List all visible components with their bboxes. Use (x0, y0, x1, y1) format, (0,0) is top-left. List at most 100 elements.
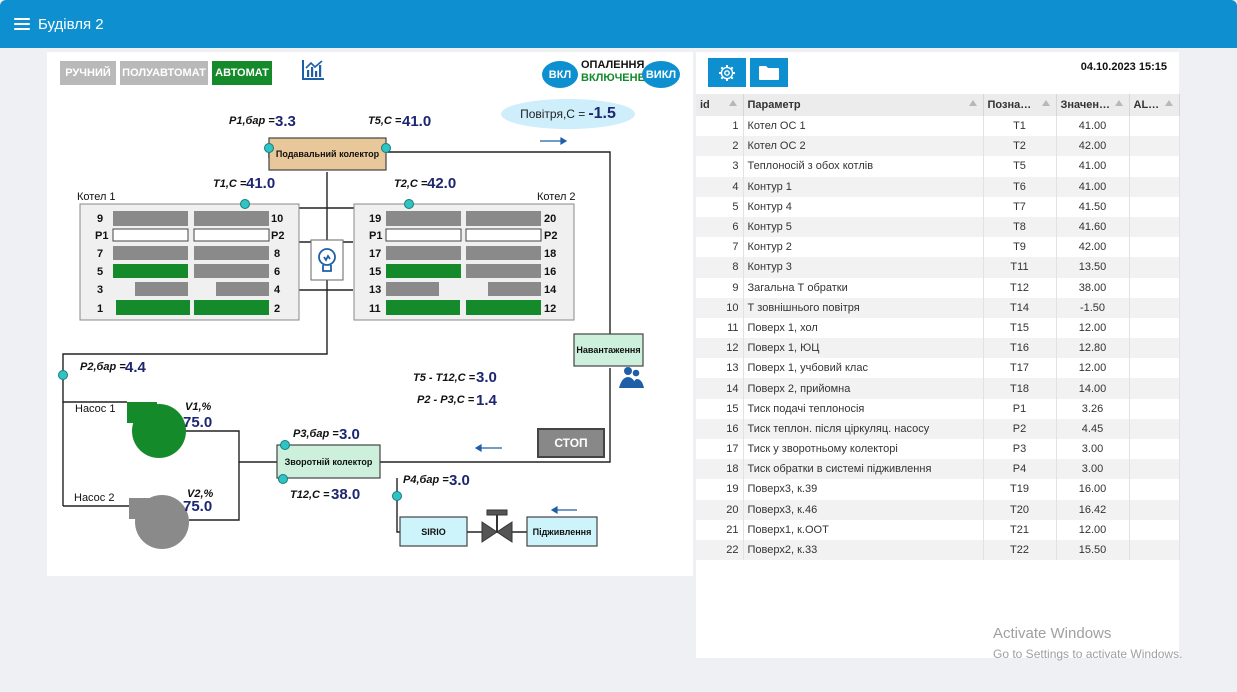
column-header-value[interactable]: Значен… (1056, 94, 1130, 116)
cell-code: T1 (983, 116, 1057, 137)
cell-id: 4 (696, 176, 744, 197)
cell-code: T12 (983, 277, 1057, 298)
table-row[interactable]: 1 Котел ОС 1 T1 41.00 (696, 116, 1180, 137)
cell-value: 42.00 (1056, 237, 1130, 258)
cell-id: 9 (696, 277, 744, 298)
cell-code: T9 (983, 237, 1057, 258)
cell-value: -1.50 (1056, 297, 1130, 318)
windows-activation-title: Activate Windows (993, 625, 1112, 642)
burner-17 (386, 246, 461, 260)
cell-parameter: Тиск подачі теплоносія (743, 398, 984, 419)
table-row[interactable]: 5 Контур 4 T7 41.50 (696, 196, 1180, 217)
cell-alarm (1129, 499, 1180, 520)
top-bar: Будівля 2 (0, 0, 1237, 48)
cell-alarm (1129, 439, 1180, 460)
burner-1 (116, 300, 190, 315)
burner-15 (386, 264, 461, 278)
supply-collector-label: Подавальний колектор (275, 149, 380, 159)
cell-alarm (1129, 338, 1180, 359)
cell-id: 21 (696, 519, 744, 540)
table-row[interactable]: 2 Котел ОС 2 T2 42.00 (696, 136, 1180, 157)
t12-value: 38.0 (331, 486, 361, 503)
cell-id: 14 (696, 378, 744, 399)
table-row[interactable]: 22 Поверх2, к.33 T22 15.50 (696, 539, 1180, 561)
cell-id: 11 (696, 317, 744, 339)
cell-alarm (1129, 398, 1180, 419)
pump1-label: Насос 1 (75, 403, 116, 415)
cell-code: T14 (983, 297, 1057, 318)
column-header-id[interactable]: id (696, 94, 744, 116)
cell-value: 38.00 (1056, 277, 1130, 298)
table-row[interactable]: 7 Контур 2 T9 42.00 (696, 237, 1180, 258)
cell-alarm (1129, 418, 1180, 439)
cell-id: 22 (696, 539, 744, 561)
cell-parameter: Контур 2 (743, 237, 984, 258)
table-row[interactable]: 21 Поверх1, к.ООТ T21 12.00 (696, 519, 1180, 540)
burner-18 (466, 246, 541, 260)
boiler1-row-label: 9 (97, 213, 104, 225)
folder-button[interactable] (750, 58, 788, 87)
table-row[interactable]: 9 Загальна Т обратки T12 38.00 (696, 277, 1180, 298)
cell-code: T6 (983, 176, 1057, 197)
boiler1-row-label: P1 (95, 230, 109, 242)
cell-code: T22 (983, 539, 1057, 561)
cell-value: 15.50 (1056, 539, 1130, 561)
makeup-label: Підживлення (532, 526, 592, 537)
p4-label: P4,бар = (403, 474, 449, 486)
column-header-code[interactable]: Позна… (983, 94, 1057, 116)
cell-parameter: Тиск обратки в системі підживлення (743, 459, 984, 480)
table-row[interactable]: 19 Поверх3, к.39 T19 16.00 (696, 479, 1180, 500)
cell-code: T18 (983, 378, 1057, 399)
table-row[interactable]: 8 Контур 3 T11 13.50 (696, 257, 1180, 278)
boiler2-row-label: 12 (544, 303, 557, 315)
sort-arrow-icon (1164, 100, 1173, 106)
cell-value: 12.00 (1056, 317, 1130, 339)
cell-value: 16.42 (1056, 499, 1130, 520)
cell-value: 41.00 (1056, 116, 1130, 137)
cell-parameter: Контур 5 (743, 216, 984, 238)
t1-label: T1,C = (213, 178, 247, 190)
table-row[interactable]: 18 Тиск обратки в системі підживлення P4 3.… (696, 459, 1180, 480)
return-collector-label: Зворотній колектор (284, 456, 373, 467)
sort-arrow-icon (728, 100, 737, 106)
column-header-parameter[interactable]: Параметр (743, 94, 984, 116)
cell-code: T19 (983, 479, 1057, 500)
table-row[interactable]: 10 Т зовнішнього повітря T14 -1.50 (696, 297, 1180, 318)
parameters-table: id Параметр Позна… Значен… AL… 1 Котел ОС… (696, 94, 1180, 561)
boiler2-row-label: 18 (544, 248, 557, 260)
table-row[interactable]: 12 Поверх 1, ЮЦ T16 12.80 (696, 338, 1180, 359)
stop-button[interactable]: СТОП (537, 428, 605, 458)
table-row[interactable]: 6 Контур 5 T8 41.60 (696, 216, 1180, 238)
table-row[interactable]: 16 Тиск теплон. після ціркуляц. насосу P2 4… (696, 418, 1180, 439)
table-row[interactable]: 4 Контур 1 T6 41.00 (696, 176, 1180, 197)
table-row[interactable]: 14 Поверх 2, прийомна T18 14.00 (696, 378, 1180, 399)
boiler2-row-label: 14 (544, 284, 557, 296)
table-row[interactable]: 15 Тиск подачі теплоносія P1 3.26 (696, 398, 1180, 419)
table-row[interactable]: 20 Поверх3, к.46 T20 16.42 (696, 499, 1180, 520)
settings-button[interactable] (708, 58, 746, 87)
boiler2-row-label: 17 (369, 248, 382, 260)
sort-arrow-icon (1114, 100, 1123, 106)
table-row[interactable]: 11 Поверх 1, хол T15 12.00 (696, 317, 1180, 339)
table-row[interactable]: 13 Поверх 1, учбовий клас T17 12.00 (696, 358, 1180, 379)
cell-parameter: Поверх 2, прийомна (743, 378, 984, 399)
boiler1-row-label: P2 (271, 230, 285, 242)
table-row[interactable]: 3 Теплоносій з обох котлів T5 41.00 (696, 156, 1180, 177)
sirio-label: SIRIO (421, 526, 446, 537)
boiler1-row-label: 3 (97, 284, 104, 296)
folder-icon (759, 65, 779, 80)
column-header-alarm[interactable]: AL… (1129, 94, 1180, 116)
cell-parameter: Т зовнішнього повітря (743, 297, 984, 318)
burner-6 (194, 264, 269, 278)
cell-parameter: Контур 4 (743, 196, 984, 217)
cell-parameter: Поверх3, к.46 (743, 499, 984, 520)
pump2-shape (129, 495, 189, 549)
cell-alarm (1129, 317, 1180, 339)
cell-value: 13.50 (1056, 257, 1130, 278)
table-header-row: id Параметр Позна… Значен… AL… (696, 94, 1180, 116)
table-row[interactable]: 17 Тиск у зворотньому колекторі P3 3.00 (696, 439, 1180, 460)
sensor-p4 (392, 491, 402, 501)
cell-id: 10 (696, 297, 744, 318)
load-label[interactable]: Навантаження (574, 334, 643, 366)
hamburger-menu-icon[interactable] (14, 18, 30, 30)
